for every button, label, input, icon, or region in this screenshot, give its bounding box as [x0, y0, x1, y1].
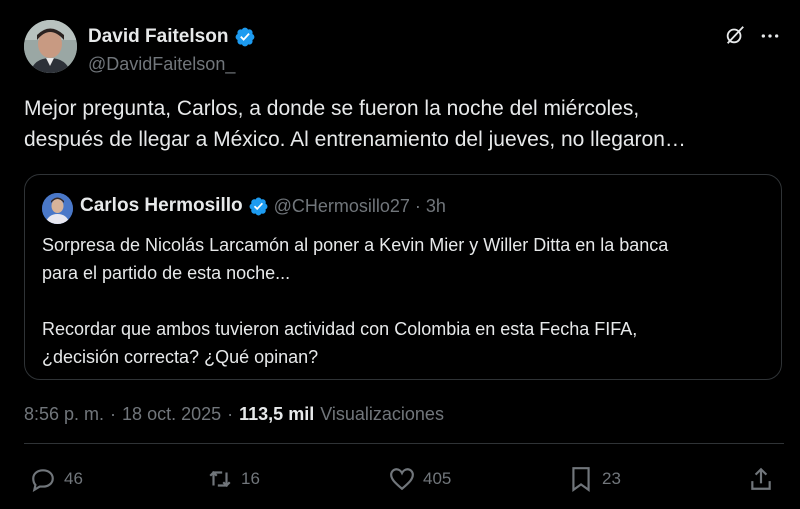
author-name[interactable]: David Faitelson — [88, 26, 228, 48]
heart-icon — [390, 468, 414, 491]
quote-line: Recordar que ambos tuvieron actividad co… — [42, 319, 638, 339]
meta-separator: · — [227, 404, 234, 424]
quoted-tweet[interactable]: Carlos Hermosillo @CHermosillo27 · 3h So… — [24, 174, 782, 380]
action-bar: 46 16 405 23 — [24, 466, 784, 498]
views-label: Visualizaciones — [320, 404, 444, 424]
tweet-line: Mejor pregunta, Carlos, a donde se fuero… — [24, 97, 640, 120]
reply-icon — [32, 469, 54, 492]
verified-badge-icon — [249, 197, 268, 215]
quote-text: Sorpresa de Nicolás Larcamón al poner a … — [42, 231, 772, 371]
quote-time[interactable]: 3h — [426, 196, 446, 217]
repost-count: 16 — [241, 469, 260, 488]
divider — [24, 443, 784, 444]
more-icon[interactable] — [760, 26, 780, 46]
quote-line: ¿decisión correcta? ¿Qué opinan? — [42, 347, 319, 367]
share-button[interactable] — [748, 466, 774, 492]
tweet-time[interactable]: 8:56 p. m. — [24, 404, 104, 425]
like-button[interactable]: 405 — [389, 466, 451, 492]
quote-author-name[interactable]: Carlos Hermosillo — [80, 195, 243, 217]
quote-separator: · — [414, 195, 421, 216]
like-count: 405 — [423, 469, 452, 488]
quote-author-avatar[interactable] — [42, 193, 73, 224]
quote-line: Sorpresa de Nicolás Larcamón al poner a … — [42, 235, 669, 255]
reply-count: 46 — [64, 469, 83, 488]
tweet-meta: 8:56 p. m. · 18 oct. 2025 · 113,5 mil Vi… — [24, 404, 444, 425]
quote-line: para el partido de esta noche... — [42, 263, 291, 283]
author-handle[interactable]: @DavidFaitelson_ — [88, 54, 235, 75]
tweet-header: David Faitelson @DavidFaitelson_ — [24, 20, 784, 78]
reply-button[interactable]: 46 — [30, 466, 83, 492]
views-count: 113,5 mil — [239, 404, 315, 424]
bookmark-icon — [572, 467, 590, 492]
tweet-line: después de llegar a México. Al entrenami… — [24, 128, 686, 151]
share-icon — [751, 467, 771, 490]
tweet-date[interactable]: 18 oct. 2025 — [122, 404, 221, 425]
meta-separator: · — [110, 404, 117, 424]
bookmark-button[interactable]: 23 — [568, 466, 621, 492]
bookmark-count: 23 — [602, 469, 621, 488]
verified-badge-icon — [236, 27, 255, 47]
quote-line — [42, 287, 772, 315]
quote-author-handle[interactable]: @CHermosillo27 — [274, 196, 410, 217]
tweet-text: Mejor pregunta, Carlos, a donde se fuero… — [24, 93, 784, 155]
grok-icon[interactable] — [724, 24, 746, 46]
author-avatar[interactable] — [24, 20, 77, 73]
repost-button[interactable]: 16 — [207, 466, 260, 492]
repost-icon — [209, 470, 231, 488]
